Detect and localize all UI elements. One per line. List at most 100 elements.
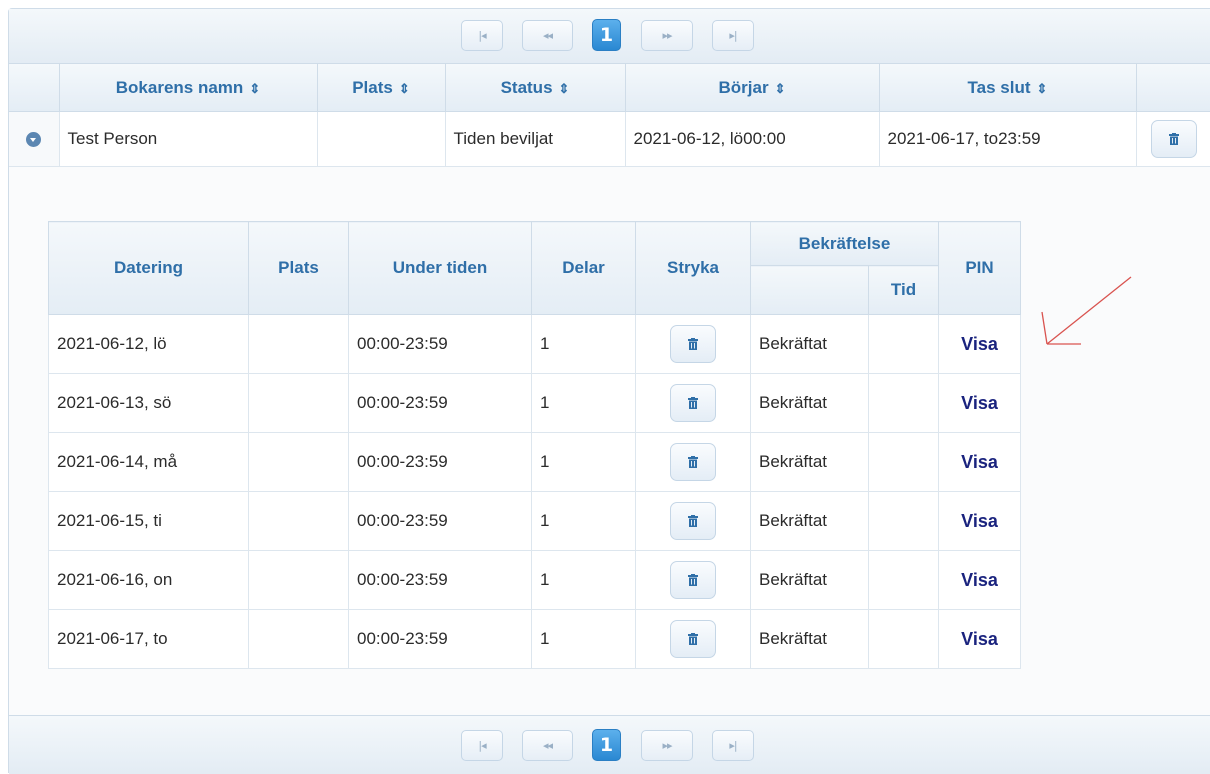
delete-day-button[interactable] <box>670 620 716 658</box>
current-page-button[interactable]: 1 <box>592 19 621 51</box>
actions-cell <box>1136 111 1210 167</box>
end-cell: 2021-06-17, to23:59 <box>879 111 1137 167</box>
table-row: 2021-06-15, ti 00:00-23:59 1 Bekräftat Visa <box>48 491 1021 551</box>
column-header-status[interactable]: Status ⇕ <box>445 64 626 112</box>
show-pin-link[interactable]: Visa <box>961 334 998 354</box>
date-cell: 2021-06-16, on <box>48 550 249 610</box>
delete-cell <box>635 491 751 551</box>
confirmation-cell: Bekräftat <box>750 373 869 433</box>
delete-day-button[interactable] <box>670 325 716 363</box>
confirmation-cell: Bekräftat <box>750 432 869 492</box>
last-page-button[interactable]: ▸| <box>712 730 754 761</box>
show-pin-link[interactable]: Visa <box>961 629 998 649</box>
first-page-button[interactable]: |◂ <box>461 20 503 51</box>
last-page-button[interactable]: ▸| <box>712 20 754 51</box>
column-header-place[interactable]: Plats ⇕ <box>317 64 446 112</box>
column-header-booker-name[interactable]: Bokarens namn ⇕ <box>59 64 318 112</box>
show-pin-link[interactable]: Visa <box>961 452 998 472</box>
place-cell <box>248 491 349 551</box>
sort-icon: ⇕ <box>774 80 786 96</box>
trash-icon <box>688 338 698 350</box>
start-cell: 2021-06-12, lö00:00 <box>625 111 880 167</box>
time-range-cell: 00:00-23:59 <box>348 550 532 610</box>
date-cell: 2021-06-14, må <box>48 432 249 492</box>
pin-cell: Visa <box>938 550 1021 610</box>
parts-cell: 1 <box>531 491 636 551</box>
place-cell <box>248 373 349 433</box>
previous-page-button[interactable]: ◂◂ <box>522 730 573 761</box>
time-range-cell: 00:00-23:59 <box>348 314 532 374</box>
pin-cell: Visa <box>938 609 1021 669</box>
place-cell <box>248 550 349 610</box>
time-cell <box>868 314 939 374</box>
parts-cell: 1 <box>531 314 636 374</box>
delete-cell <box>635 373 751 433</box>
trash-icon <box>688 574 698 586</box>
column-header-starts[interactable]: Börjar ⇕ <box>625 64 880 112</box>
confirmation-cell: Bekräftat <box>750 609 869 669</box>
show-pin-link[interactable]: Visa <box>961 570 998 590</box>
table-row: 2021-06-12, lö 00:00-23:59 1 Bekräftat Visa <box>48 314 1021 374</box>
booking-days-table: Datering Plats Under tiden Delar Stryka … <box>48 220 1021 669</box>
time-range-cell: 00:00-23:59 <box>348 491 532 551</box>
parts-cell: 1 <box>531 550 636 610</box>
column-header-delete: Stryka <box>635 221 751 315</box>
date-cell: 2021-06-13, sö <box>48 373 249 433</box>
sort-icon: ⇕ <box>398 80 410 96</box>
show-pin-link[interactable]: Visa <box>961 511 998 531</box>
sub-header-row: Datering Plats Under tiden Delar Stryka … <box>48 220 1021 315</box>
place-cell <box>248 609 349 669</box>
delete-day-button[interactable] <box>670 443 716 481</box>
trash-icon <box>688 633 698 645</box>
delete-cell <box>635 550 751 610</box>
delete-day-button[interactable] <box>670 384 716 422</box>
confirmation-cell: Bekräftat <box>750 491 869 551</box>
column-header-parts: Delar <box>531 221 636 315</box>
table-row: Test Person Tiden beviljat 2021-06-12, l… <box>9 111 1210 167</box>
time-cell <box>868 432 939 492</box>
date-cell: 2021-06-12, lö <box>48 314 249 374</box>
chevron-down-icon[interactable] <box>26 132 42 148</box>
confirmation-cell: Bekräftat <box>750 314 869 374</box>
sort-icon: ⇕ <box>558 80 570 96</box>
parts-cell: 1 <box>531 432 636 492</box>
column-header-time: Tid <box>868 265 939 315</box>
delete-cell <box>635 432 751 492</box>
current-page-button[interactable]: 1 <box>592 729 621 761</box>
delete-day-button[interactable] <box>670 561 716 599</box>
date-cell: 2021-06-15, ti <box>48 491 249 551</box>
bookings-table: Bokarens namn ⇕ Plats ⇕ Status ⇕ Börjar ⇕ Ta… <box>9 64 1210 167</box>
actions-column-header <box>1136 64 1210 112</box>
time-cell <box>868 550 939 610</box>
column-header-ends[interactable]: Tas slut ⇕ <box>879 64 1137 112</box>
delete-day-button[interactable] <box>670 502 716 540</box>
place-cell <box>317 111 446 167</box>
table-row: 2021-06-13, sö 00:00-23:59 1 Bekräftat Visa <box>48 373 1021 433</box>
time-cell <box>868 609 939 669</box>
table-row: 2021-06-16, on 00:00-23:59 1 Bekräftat Visa <box>48 550 1021 610</box>
time-range-cell: 00:00-23:59 <box>348 373 532 433</box>
sort-icon: ⇕ <box>1036 80 1048 96</box>
paginator-bottom: |◂ ◂◂ 1 ▸▸ ▸| <box>9 715 1210 774</box>
annotation-arrow-icon <box>1041 276 1132 345</box>
sort-icon: ⇕ <box>249 80 261 96</box>
confirmation-cell: Bekräftat <box>750 550 869 610</box>
previous-page-button[interactable]: ◂◂ <box>522 20 573 51</box>
pin-cell: Visa <box>938 491 1021 551</box>
trash-icon <box>1168 133 1179 145</box>
row-toggle-cell[interactable] <box>9 111 60 167</box>
table-row: 2021-06-14, må 00:00-23:59 1 Bekräftat Visa <box>48 432 1021 492</box>
booking-panel: |◂ ◂◂ 1 ▸▸ ▸| Bokarens namn ⇕ Plats ⇕ Stat… <box>8 8 1210 774</box>
trash-icon <box>688 515 698 527</box>
delete-booking-button[interactable] <box>1150 120 1197 158</box>
column-header-pin: PIN <box>938 221 1021 315</box>
parts-cell: 1 <box>531 373 636 433</box>
next-page-button[interactable]: ▸▸ <box>641 730 693 761</box>
first-page-button[interactable]: |◂ <box>461 730 503 761</box>
status-cell: Tiden beviljat <box>445 111 626 167</box>
time-cell <box>868 491 939 551</box>
show-pin-link[interactable]: Visa <box>961 393 998 413</box>
next-page-button[interactable]: ▸▸ <box>641 20 693 51</box>
parts-cell: 1 <box>531 609 636 669</box>
bookings-header-row: Bokarens namn ⇕ Plats ⇕ Status ⇕ Börjar ⇕ Ta… <box>9 64 1210 112</box>
